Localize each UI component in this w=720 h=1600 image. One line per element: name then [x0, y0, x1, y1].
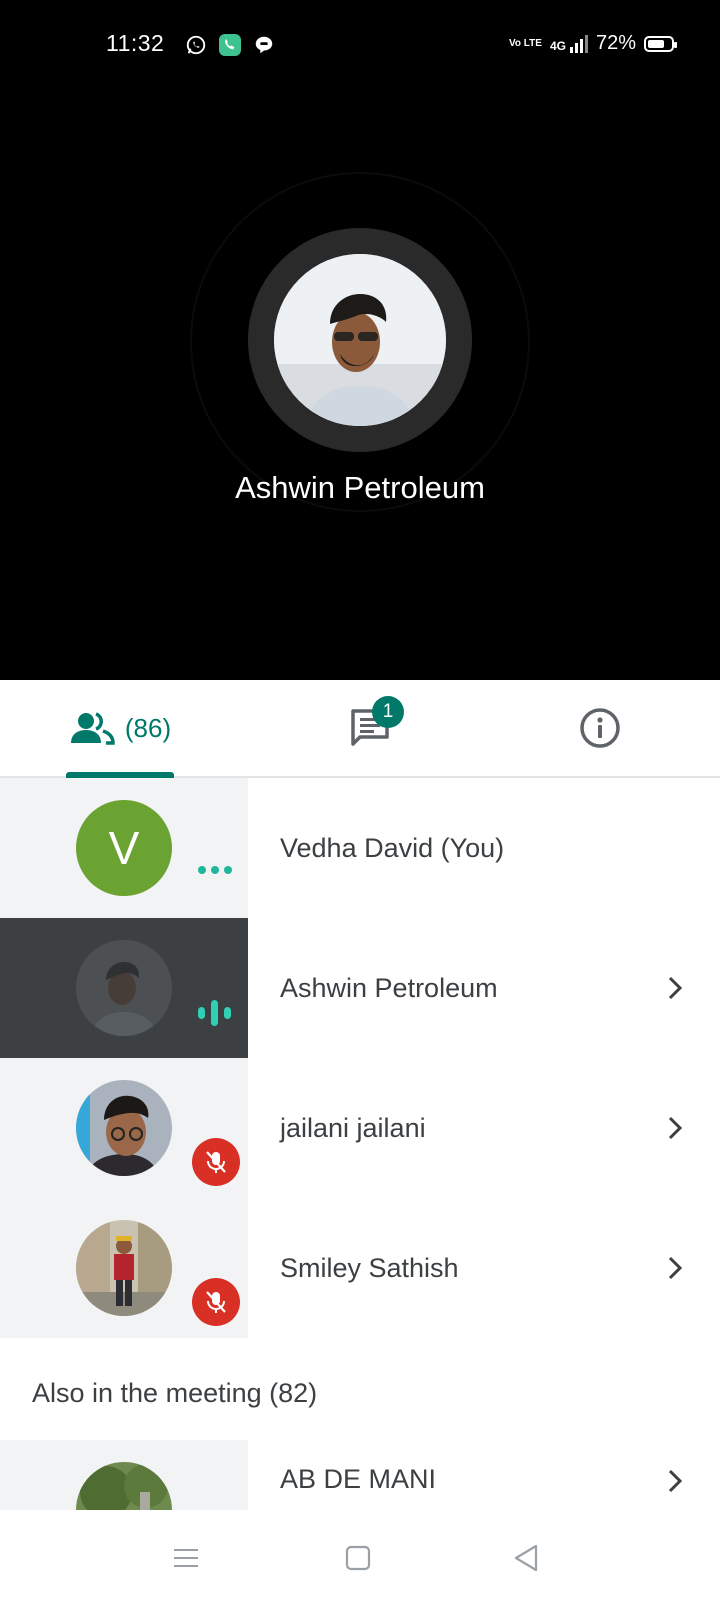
- info-icon: [580, 708, 620, 748]
- chevron-right-icon: [668, 1116, 683, 1140]
- system-navigation-bar: [0, 1512, 720, 1600]
- signal-icon: 4G: [549, 34, 588, 53]
- participant-row[interactable]: V Vedha David (You): [0, 778, 720, 918]
- participant-row[interactable]: Smiley Sathish: [0, 1198, 720, 1338]
- chevron-right-icon: [668, 1256, 683, 1280]
- status-time: 11:32: [106, 30, 165, 56]
- tab-people[interactable]: (86): [40, 680, 200, 778]
- active-speaker-stage: 11:32 Vo LTE 4G 72% Ashwin Petroleum: [0, 0, 720, 680]
- also-in-meeting-heading: Also in the meeting (82): [32, 1378, 318, 1408]
- avatar: [76, 1462, 172, 1510]
- avatar: V: [76, 800, 172, 896]
- participant-name: Smiley Sathish: [280, 1252, 459, 1283]
- status-bar: 11:32 Vo LTE 4G 72%: [0, 0, 720, 90]
- message-icon: [252, 33, 276, 57]
- participant-tile: [0, 1440, 248, 1510]
- chevron-right-icon: [668, 1469, 683, 1493]
- whatsapp-icon: [184, 33, 208, 57]
- back-triangle-icon: [514, 1544, 538, 1572]
- speaker-avatar: [274, 254, 446, 426]
- participant-tile: [0, 1198, 248, 1338]
- avatar: [76, 940, 172, 1036]
- more-options-dots-icon[interactable]: [198, 866, 232, 874]
- participant-name: AB DE MANI: [280, 1464, 437, 1494]
- chat-unread-badge: 1: [372, 696, 404, 728]
- speaker-name: Ashwin Petroleum: [235, 470, 485, 505]
- phone-app-icon: [218, 33, 242, 57]
- participant-list: V Vedha David (You) Ashwin Petroleum jai…: [0, 778, 720, 1338]
- battery-percent: 72%: [595, 32, 636, 54]
- tab-meeting-info[interactable]: [560, 680, 640, 776]
- mic-off-icon: [192, 1278, 240, 1326]
- home-nav-button[interactable]: [340, 1540, 376, 1576]
- participant-row[interactable]: AB DE MANI: [0, 1440, 720, 1510]
- battery-icon: [644, 35, 677, 52]
- back-nav-button[interactable]: [508, 1540, 544, 1576]
- avatar: [76, 1220, 172, 1316]
- participant-row[interactable]: jailani jailani: [0, 1058, 720, 1198]
- tab-chat[interactable]: 1: [320, 680, 420, 776]
- meeting-tabs: (86) 1: [0, 680, 720, 778]
- avatar-initial: V: [108, 822, 140, 874]
- participant-name: Vedha David (You): [280, 832, 505, 863]
- participant-tile: [0, 1058, 248, 1198]
- network-type-label: 4G: [549, 38, 566, 53]
- menu-icon: [174, 1549, 198, 1567]
- participant-row[interactable]: Ashwin Petroleum: [0, 918, 720, 1058]
- participant-name: Ashwin Petroleum: [280, 972, 498, 1003]
- participant-name: jailani jailani: [280, 1112, 426, 1143]
- participant-tile: V: [0, 778, 248, 918]
- speaking-indicator-icon: [198, 1000, 231, 1026]
- menu-nav-button[interactable]: [168, 1540, 204, 1576]
- people-icon: [70, 712, 115, 745]
- participant-tile: [0, 918, 248, 1058]
- mic-off-icon: [192, 1138, 240, 1186]
- volte-label: Vo LTE: [508, 38, 542, 49]
- home-square-icon: [345, 1545, 371, 1571]
- people-count: (86): [124, 712, 172, 743]
- avatar: [76, 1080, 172, 1176]
- chevron-right-icon: [668, 976, 683, 1000]
